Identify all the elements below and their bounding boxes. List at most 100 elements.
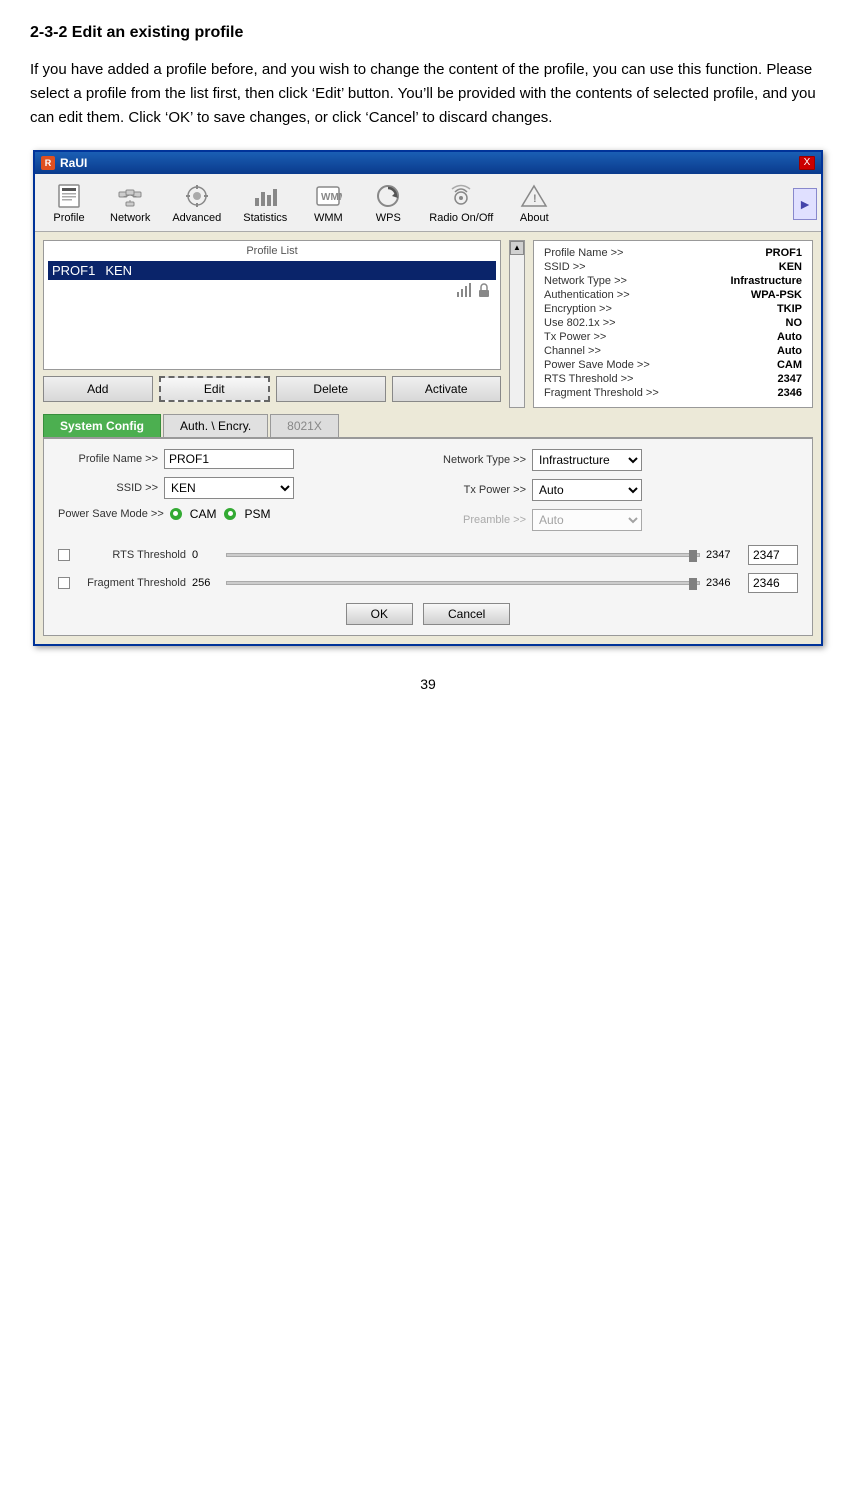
toolbar-advanced-label: Advanced: [172, 212, 221, 224]
network-type-label: Network Type >>: [436, 454, 526, 466]
title-bar: R RaUI X: [35, 152, 821, 174]
network-icon: [116, 182, 144, 210]
wmm-icon: WMM: [314, 182, 342, 210]
radio-on-off-icon: [447, 182, 475, 210]
preamble-label: Preamble >>: [436, 514, 526, 526]
profile-name-row: Profile Name >>: [58, 449, 420, 469]
profile-list-panel: Profile List PROF1 KEN: [43, 240, 501, 370]
power-save-radio-group: CAM PSM: [170, 507, 271, 521]
section-heading: 2-3-2 Edit an existing profile: [30, 20, 826, 46]
detail-tx-power: Tx Power >> Auto: [544, 331, 802, 343]
window-icon: R: [41, 156, 55, 170]
toolbar: Profile Network: [35, 174, 821, 232]
tab-8021x[interactable]: 8021X: [270, 414, 339, 437]
network-type-select[interactable]: Infrastructure: [532, 449, 642, 471]
preamble-row: Preamble >> Auto: [436, 509, 798, 531]
toolbar-profile[interactable]: Profile: [39, 178, 99, 231]
toolbar-radio-on-off[interactable]: Radio On/Off: [418, 178, 504, 231]
statistics-icon: [251, 182, 279, 210]
cam-radio[interactable]: [170, 508, 182, 520]
rts-slider-thumb[interactable]: [689, 550, 697, 562]
toolbar-wps-label: WPS: [376, 212, 401, 224]
config-form-row1: Profile Name >> SSID >> KEN Power Save M…: [58, 449, 798, 539]
toolbar-scroll-right[interactable]: ►: [793, 188, 817, 220]
svg-text:WMM: WMM: [321, 192, 342, 203]
fragment-value-input[interactable]: [748, 573, 798, 593]
profile-list-title: Profile List: [48, 245, 496, 257]
rts-threshold-row: RTS Threshold 0 2347: [58, 545, 798, 565]
rts-value-input[interactable]: [748, 545, 798, 565]
profile-section: Profile List PROF1 KEN: [43, 240, 813, 408]
detail-rts-threshold: RTS Threshold >> 2347: [544, 373, 802, 385]
toolbar-statistics-label: Statistics: [243, 212, 287, 224]
toolbar-statistics[interactable]: Statistics: [232, 178, 298, 231]
window-title: RaUI: [60, 156, 87, 170]
fragment-threshold-row: Fragment Threshold 256 2346: [58, 573, 798, 593]
ssid-row: SSID >> KEN: [58, 477, 420, 499]
profile-name-label: Profile Name >>: [58, 453, 158, 465]
power-save-row: Power Save Mode >> CAM PSM: [58, 507, 420, 521]
fragment-checkbox[interactable]: [58, 577, 70, 589]
add-button[interactable]: Add: [43, 376, 153, 402]
cam-label: CAM: [190, 507, 217, 521]
ok-cancel-row: OK Cancel: [58, 603, 798, 625]
profile-list-container: Profile List PROF1 KEN: [43, 240, 501, 408]
fragment-threshold-label: Fragment Threshold: [76, 577, 186, 589]
lock-icon: [476, 282, 492, 298]
fragment-max-label: 2346: [706, 577, 742, 589]
power-save-label: Power Save Mode >>: [58, 508, 164, 520]
close-button[interactable]: X: [799, 156, 815, 170]
tx-power-select[interactable]: Auto: [532, 479, 642, 501]
activate-button[interactable]: Activate: [392, 376, 502, 402]
advanced-icon: [183, 182, 211, 210]
about-icon: !: [520, 182, 548, 210]
rts-checkbox[interactable]: [58, 549, 70, 561]
toolbar-network[interactable]: Network: [99, 178, 161, 231]
wps-icon: [374, 182, 402, 210]
preamble-select: Auto: [532, 509, 642, 531]
cancel-button[interactable]: Cancel: [423, 603, 510, 625]
svg-text:!: !: [533, 193, 537, 205]
detail-fragment-threshold: Fragment Threshold >> 2346: [544, 387, 802, 399]
edit-button[interactable]: Edit: [159, 376, 271, 402]
psm-label: PSM: [244, 507, 270, 521]
ok-button[interactable]: OK: [346, 603, 413, 625]
detail-network-type: Network Type >> Infrastructure: [544, 275, 802, 287]
signal-icon: [456, 282, 472, 298]
profile-ssid-cell: KEN: [105, 263, 132, 278]
toolbar-network-label: Network: [110, 212, 150, 224]
detail-ssid: SSID >> KEN: [544, 261, 802, 273]
action-buttons: Add Edit Delete Activate: [43, 370, 501, 408]
rts-slider[interactable]: [226, 553, 700, 557]
toolbar-about-label: About: [520, 212, 549, 224]
ssid-label: SSID >>: [58, 482, 158, 494]
tab-auth-encry[interactable]: Auth. \ Encry.: [163, 414, 268, 437]
delete-button[interactable]: Delete: [276, 376, 386, 402]
config-tabs: System Config Auth. \ Encry. 8021X: [43, 414, 813, 438]
toolbar-wps[interactable]: WPS: [358, 178, 418, 231]
psm-radio[interactable]: [224, 508, 236, 520]
rts-min-value: 0: [192, 549, 220, 561]
toolbar-wmm[interactable]: WMM WMM: [298, 178, 358, 231]
tab-system-config[interactable]: System Config: [43, 414, 161, 437]
fragment-min-value: 256: [192, 577, 220, 589]
toolbar-radio-label: Radio On/Off: [429, 212, 493, 224]
profile-detail-panel: Profile Name >> PROF1 SSID >> KEN Networ…: [533, 240, 813, 408]
config-left-col: Profile Name >> SSID >> KEN Power Save M…: [58, 449, 420, 539]
config-panel: Profile Name >> SSID >> KEN Power Save M…: [43, 438, 813, 636]
toolbar-about[interactable]: ! About: [504, 178, 564, 231]
toolbar-advanced[interactable]: Advanced: [161, 178, 232, 231]
detail-authentication: Authentication >> WPA-PSK: [544, 289, 802, 301]
detail-profile-name: Profile Name >> PROF1: [544, 247, 802, 259]
scroll-up-arrow[interactable]: ▲: [510, 241, 524, 255]
detail-power-save: Power Save Mode >> CAM: [544, 359, 802, 371]
ssid-select[interactable]: KEN: [164, 477, 294, 499]
profile-scrollbar[interactable]: ▲: [509, 240, 525, 408]
fragment-slider[interactable]: [226, 581, 700, 585]
fragment-slider-thumb[interactable]: [689, 578, 697, 590]
profile-name-input[interactable]: [164, 449, 294, 469]
detail-use-8021x: Use 802.1x >> NO: [544, 317, 802, 329]
profile-name-cell: PROF1: [52, 263, 95, 278]
table-row[interactable]: PROF1 KEN: [48, 261, 496, 280]
profile-icon: [55, 182, 83, 210]
